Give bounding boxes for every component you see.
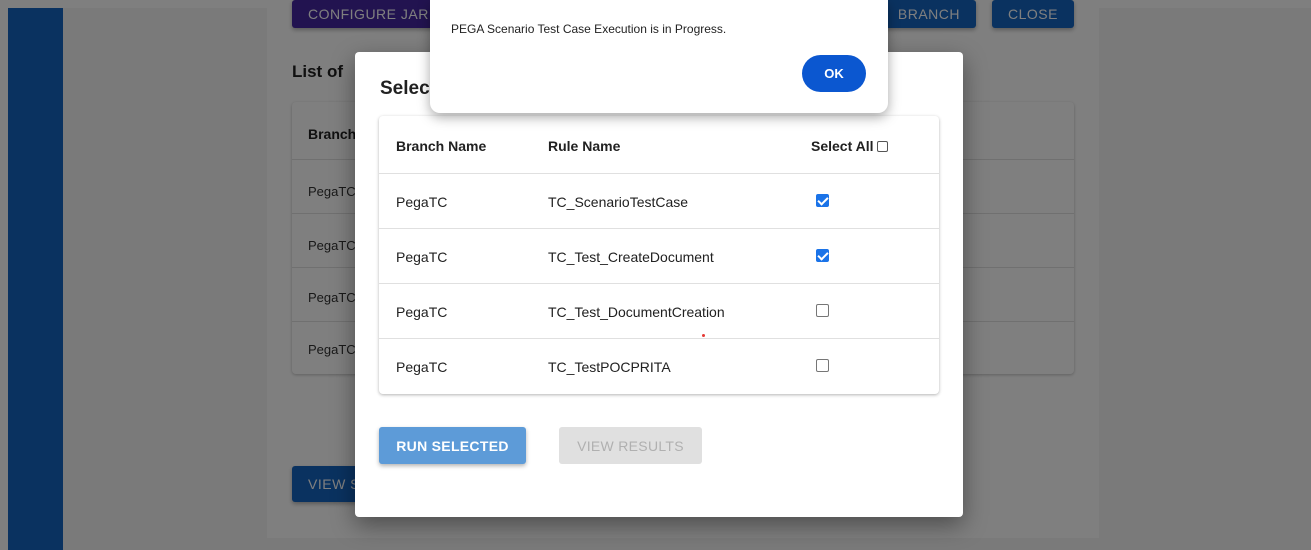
branch-cell: PegaTC	[396, 359, 448, 375]
rule-cell: TC_Test_DocumentCreation	[548, 304, 725, 320]
branch-cell: PegaTC	[396, 249, 448, 265]
rule-name-header: Rule Name	[548, 138, 621, 154]
row-checkbox[interactable]	[816, 359, 829, 372]
select-all-checkbox[interactable]	[876, 140, 888, 152]
branch-cell: PegaTC	[396, 194, 448, 210]
table-row: PegaTC TC_TestPOCPRITA	[379, 338, 939, 394]
row-checkbox[interactable]	[816, 304, 829, 317]
table-row: PegaTC TC_ScenarioTestCase	[379, 173, 939, 229]
rule-cell: TC_ScenarioTestCase	[548, 194, 689, 210]
run-selected-button[interactable]: RUN SELECTED	[379, 427, 526, 464]
rule-cell: TC_TestPOCPRITA	[548, 359, 671, 375]
ok-button[interactable]: OK	[802, 55, 866, 92]
row-checkbox[interactable]	[816, 249, 829, 262]
select-dialog: Selec Branch Name Rule Name Select All P…	[355, 52, 963, 517]
alert-message: PEGA Scenario Test Case Execution is in …	[451, 22, 727, 36]
view-results-button[interactable]: VIEW RESULTS	[559, 427, 702, 464]
table-row: PegaTC TC_Test_CreateDocument	[379, 228, 939, 284]
row-checkbox[interactable]	[816, 194, 829, 207]
table-row: PegaTC TC_Test_DocumentCreation	[379, 283, 939, 339]
cursor-dot	[702, 334, 705, 337]
rule-cell: TC_Test_CreateDocument	[548, 249, 714, 265]
rules-table: Branch Name Rule Name Select All PegaTC …	[379, 116, 939, 394]
progress-alert: PEGA Scenario Test Case Execution is in …	[430, 0, 888, 113]
branch-name-header: Branch Name	[396, 138, 487, 154]
dialog-title: Selec	[380, 78, 430, 99]
table-header-row: Branch Name Rule Name Select All	[379, 116, 939, 173]
branch-cell: PegaTC	[396, 304, 448, 320]
select-all-header: Select All	[811, 138, 888, 154]
select-all-label: Select All	[811, 138, 874, 154]
